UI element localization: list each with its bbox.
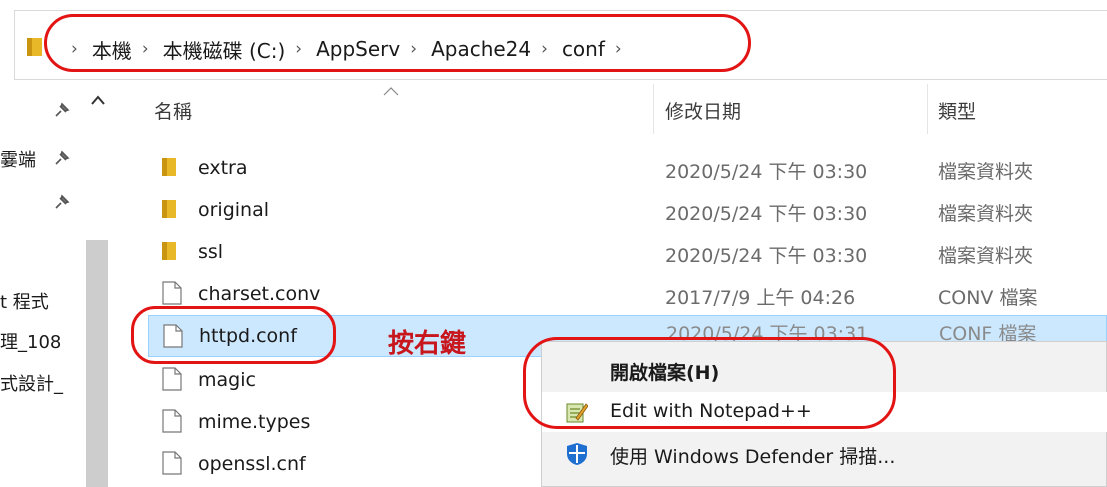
file-row-extra[interactable]: extra 2020/5/24 下午 03:30 檔案資料夾 <box>148 147 1107 189</box>
column-divider[interactable] <box>927 84 928 134</box>
nav-item-3[interactable]: 理_108 <box>0 328 61 354</box>
nav-scrollbar-thumb[interactable] <box>86 240 108 487</box>
file-name: ssl <box>198 241 224 263</box>
file-date: 2020/5/24 下午 03:30 <box>665 203 868 225</box>
file-name: mime.types <box>198 411 311 433</box>
pin-icon[interactable] <box>54 102 70 118</box>
file-name: magic <box>198 369 256 391</box>
column-divider[interactable] <box>653 84 654 134</box>
file-row-original[interactable]: original 2020/5/24 下午 03:30 檔案資料夾 <box>148 189 1107 231</box>
folder-icon <box>27 38 42 56</box>
nav-item-2[interactable]: t 程式 <box>0 288 49 314</box>
nav-scrollbar[interactable] <box>86 80 108 487</box>
file-name: charset.conv <box>198 283 321 305</box>
file-date: 2020/5/24 下午 03:30 <box>665 245 868 267</box>
file-row-ssl[interactable]: ssl 2020/5/24 下午 03:30 檔案資料夾 <box>148 231 1107 273</box>
column-header-name[interactable]: 名稱 <box>154 97 192 124</box>
pin-icon[interactable] <box>54 194 70 210</box>
context-menu-highlight-ring <box>523 337 896 429</box>
folder-icon <box>162 200 176 218</box>
nav-item-4[interactable]: 式設計_ <box>0 370 63 396</box>
file-type: CONV 檔案 <box>938 287 1038 309</box>
folder-icon <box>162 242 176 260</box>
folder-icon <box>162 158 176 176</box>
file-icon <box>162 409 182 433</box>
menu-item-label: 使用 Windows Defender 掃描... <box>610 446 896 468</box>
windows-defender-shield-icon <box>567 443 587 465</box>
pin-icon[interactable] <box>54 150 70 166</box>
file-date: 2020/5/24 下午 03:30 <box>665 161 868 183</box>
file-name: original <box>198 199 270 221</box>
file-type: 檔案資料夾 <box>938 203 1034 225</box>
file-icon <box>162 281 182 305</box>
breadcrumb-highlight-ring <box>44 14 751 72</box>
sort-ascending-icon <box>383 87 399 96</box>
file-type: 檔案資料夾 <box>938 161 1034 183</box>
file-icon <box>162 451 182 475</box>
scroll-up-icon[interactable] <box>91 94 105 106</box>
file-type: 檔案資料夾 <box>938 245 1034 267</box>
file-icon <box>162 367 182 391</box>
annotation-right-click: 按右鍵 <box>388 329 467 359</box>
file-date: 2017/7/9 上午 04:26 <box>665 287 856 309</box>
nav-item-1[interactable]: 霎端 <box>0 146 36 172</box>
column-header-type[interactable]: 類型 <box>938 97 976 124</box>
file-highlight-ring <box>131 306 336 364</box>
column-header-date[interactable]: 修改日期 <box>665 97 741 124</box>
file-name: extra <box>198 157 248 179</box>
file-name: openssl.cnf <box>198 453 306 475</box>
menu-item-windows-defender-scan[interactable]: 使用 Windows Defender 掃描... <box>542 434 1107 474</box>
